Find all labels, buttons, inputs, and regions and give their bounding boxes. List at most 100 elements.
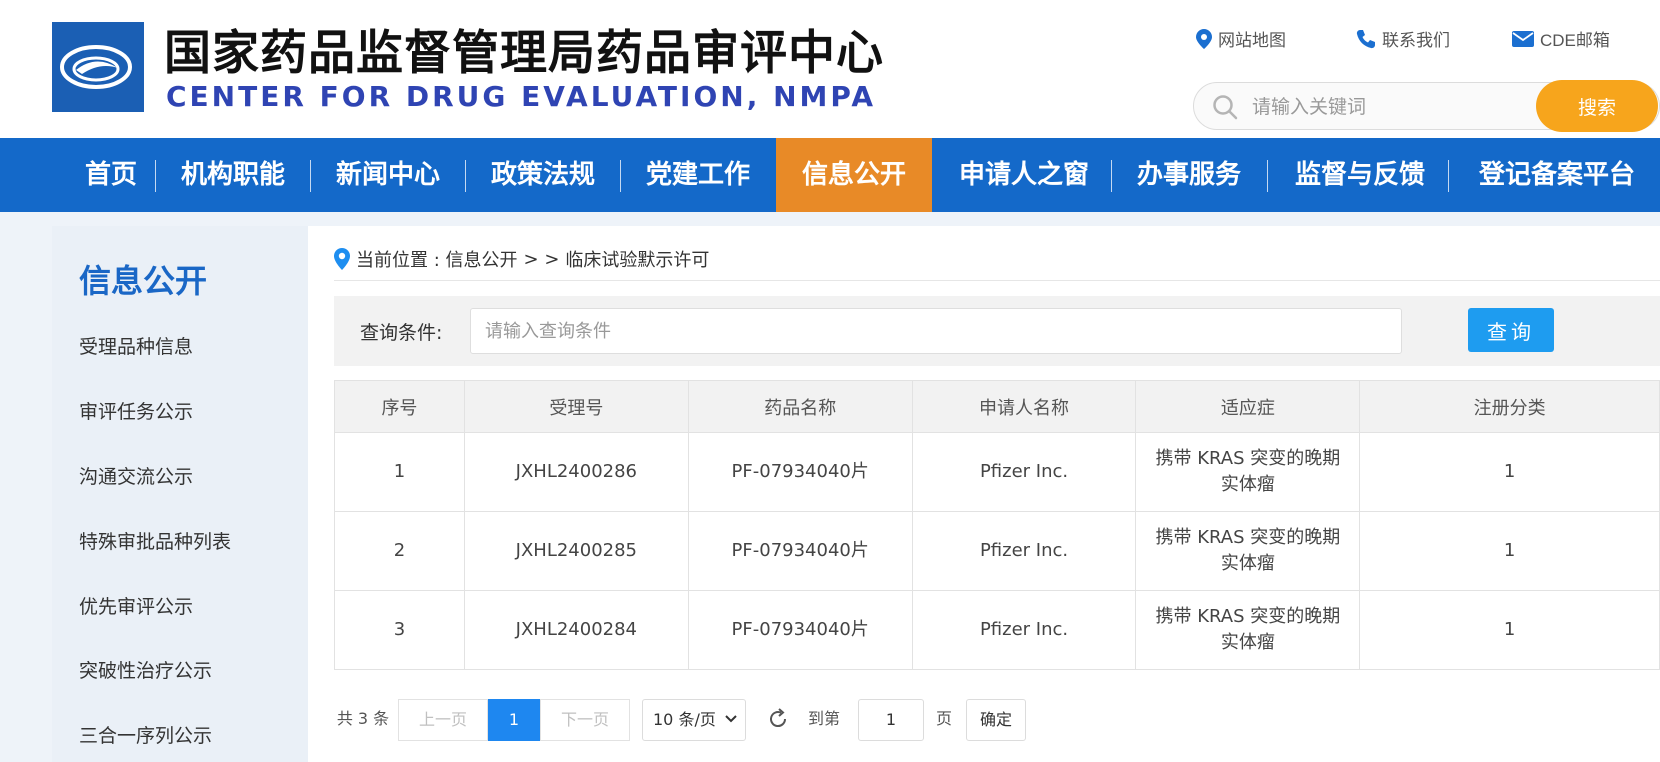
column-header-category: 注册分类 [1359,380,1660,433]
column-header-indication: 适应症 [1135,380,1361,433]
search-icon [1213,95,1238,120]
indication-line: 携带 KRAS 突变的晚期 [1155,606,1341,627]
sidebar-title: 信息公开 [79,262,208,300]
column-header-no: 序号 [334,380,465,433]
nav-item-info-disclosure[interactable]: 信息公开 [776,138,932,212]
page-size-select[interactable]: 10 条/页 [642,699,746,741]
goto-confirm-button[interactable]: 确定 [966,699,1026,741]
logo-emblem-icon [60,45,132,89]
nav-divider [1111,160,1112,192]
breadcrumb-prefix[interactable]: 当前位置 : 信息公开 [356,246,518,272]
table-row[interactable]: 3 JXHL2400284 PF-07934040片 Pfizer Inc. 携… [334,590,1660,670]
sidebar: 信息公开 受理品种信息 审评任务公示 沟通交流公示 特殊审批品种列表 优先审评公… [52,226,308,762]
cell-indication: 携带 KRAS 突变的晚期 实体瘤 [1135,511,1361,591]
nav-divider [155,160,156,192]
query-input[interactable] [470,308,1402,354]
nav-item-functions[interactable]: 机构职能 [170,138,296,212]
top-link-label: CDE邮箱 [1540,31,1610,50]
cell-no: 2 [334,511,465,591]
pager-current-page[interactable]: 1 [488,699,540,741]
query-label: 查询条件: [360,322,443,344]
cell-applicant: Pfizer Inc. [911,432,1137,512]
cell-indication: 携带 KRAS 突变的晚期 实体瘤 [1135,432,1361,512]
nav-divider [310,160,311,192]
nav-item-registration[interactable]: 登记备案平台 [1462,138,1652,212]
sidebar-item-communication[interactable]: 沟通交流公示 [79,462,193,489]
cell-drug-name: PF-07934040片 [687,432,913,512]
main-content: 当前位置 : 信息公开 > > 临床试验默示许可 查询条件: 查询 序号 受理号… [308,226,1660,762]
query-button[interactable]: 查询 [1468,308,1554,352]
sidebar-item-breakthrough[interactable]: 突破性治疗公示 [79,656,212,683]
indication-line: 携带 KRAS 突变的晚期 [1155,448,1341,469]
table-header-row: 序号 受理号 药品名称 申请人名称 适应症 注册分类 [334,380,1660,433]
pager-total: 共 3 条 [336,709,390,728]
cell-indication: 携带 KRAS 突变的晚期 实体瘤 [1135,590,1361,670]
indication-line: 实体瘤 [1220,632,1275,653]
nav-item-policy[interactable]: 政策法规 [480,138,606,212]
site-title-en: CENTER FOR DRUG EVALUATION, NMPA [166,80,876,113]
nav-item-party[interactable]: 党建工作 [635,138,761,212]
sidebar-item-priority-review[interactable]: 优先审评公示 [79,592,193,619]
cell-category: 1 [1359,590,1660,670]
nav-divider [1448,160,1449,192]
column-header-applicant: 申请人名称 [911,380,1137,433]
nav-item-applicant-window[interactable]: 申请人之窗 [946,138,1102,212]
mail-icon [1512,30,1534,47]
phone-icon [1356,29,1375,48]
cell-category: 1 [1359,511,1660,591]
table-row[interactable]: 1 JXHL2400286 PF-07934040片 Pfizer Inc. 携… [334,432,1660,512]
sidebar-item-three-in-one[interactable]: 三合一序列公示 [79,721,212,748]
top-link-mail[interactable]: CDE邮箱 [1512,26,1610,51]
results-table: 序号 受理号 药品名称 申请人名称 适应症 注册分类 1 JXHL2400286… [334,380,1660,670]
nav-item-news[interactable]: 新闻中心 [325,138,451,212]
location-pin-icon [334,248,350,270]
sidebar-item-accepted-varieties[interactable]: 受理品种信息 [79,332,193,359]
nav-item-services[interactable]: 办事服务 [1126,138,1252,212]
indication-line: 携带 KRAS 突变的晚期 [1155,527,1341,548]
cell-drug-name: PF-07934040片 [687,590,913,670]
nav-divider [1267,160,1268,192]
cell-drug-name: PF-07934040片 [687,511,913,591]
cell-no: 3 [334,590,465,670]
top-link-contact[interactable]: 联系我们 [1356,26,1450,51]
site-header: 国家药品监督管理局药品审评中心 CENTER FOR DRUG EVALUATI… [0,0,1660,138]
query-bar: 查询条件: 查询 [334,296,1660,366]
site-title-cn: 国家药品监督管理局药品审评中心 [164,26,884,81]
goto-prefix: 到第 [807,709,840,728]
indication-line: 实体瘤 [1220,474,1275,495]
page-size-value: 10 条/页 [653,710,716,729]
breadcrumb: 当前位置 : 信息公开 > > 临床试验默示许可 [334,246,709,272]
nav-item-home[interactable]: 首页 [62,138,160,212]
nav-divider [465,160,466,192]
breadcrumb-separator: > > [523,248,560,270]
sidebar-item-review-tasks[interactable]: 审评任务公示 [79,397,193,424]
goto-suffix: 页 [935,709,952,728]
location-pin-icon [1196,28,1212,49]
column-header-drug-name: 药品名称 [687,380,913,433]
nav-divider [620,160,621,192]
cell-applicant: Pfizer Inc. [911,511,1137,591]
site-logo[interactable] [52,22,144,112]
cell-no: 1 [334,432,465,512]
refresh-icon[interactable] [766,707,790,731]
nav-item-supervision[interactable]: 监督与反馈 [1282,138,1438,212]
breadcrumb-current: 临床试验默示许可 [565,250,710,271]
chevron-down-icon [725,715,737,723]
search-input[interactable] [1252,93,1522,121]
search-button[interactable]: 搜索 [1536,80,1658,132]
cell-applicant: Pfizer Inc. [911,590,1137,670]
cell-acceptance-no: JXHL2400286 [463,432,689,512]
breadcrumb-divider [334,280,1660,281]
sidebar-item-special-approval[interactable]: 特殊审批品种列表 [79,527,231,554]
goto-page-input[interactable]: 1 [858,699,924,741]
top-link-sitemap[interactable]: 网站地图 [1196,26,1286,51]
cell-category: 1 [1359,432,1660,512]
cell-acceptance-no: JXHL2400285 [463,511,689,591]
pager-next-button[interactable]: 下一页 [540,699,630,741]
pager-prev-button[interactable]: 上一页 [398,699,488,741]
cell-acceptance-no: JXHL2400284 [463,590,689,670]
main-nav: 首页 机构职能 新闻中心 政策法规 党建工作 信息公开 申请人之窗 办事服务 监… [0,138,1660,212]
indication-line: 实体瘤 [1220,553,1275,574]
table-row[interactable]: 2 JXHL2400285 PF-07934040片 Pfizer Inc. 携… [334,511,1660,591]
top-link-label: 网站地图 [1218,31,1286,50]
